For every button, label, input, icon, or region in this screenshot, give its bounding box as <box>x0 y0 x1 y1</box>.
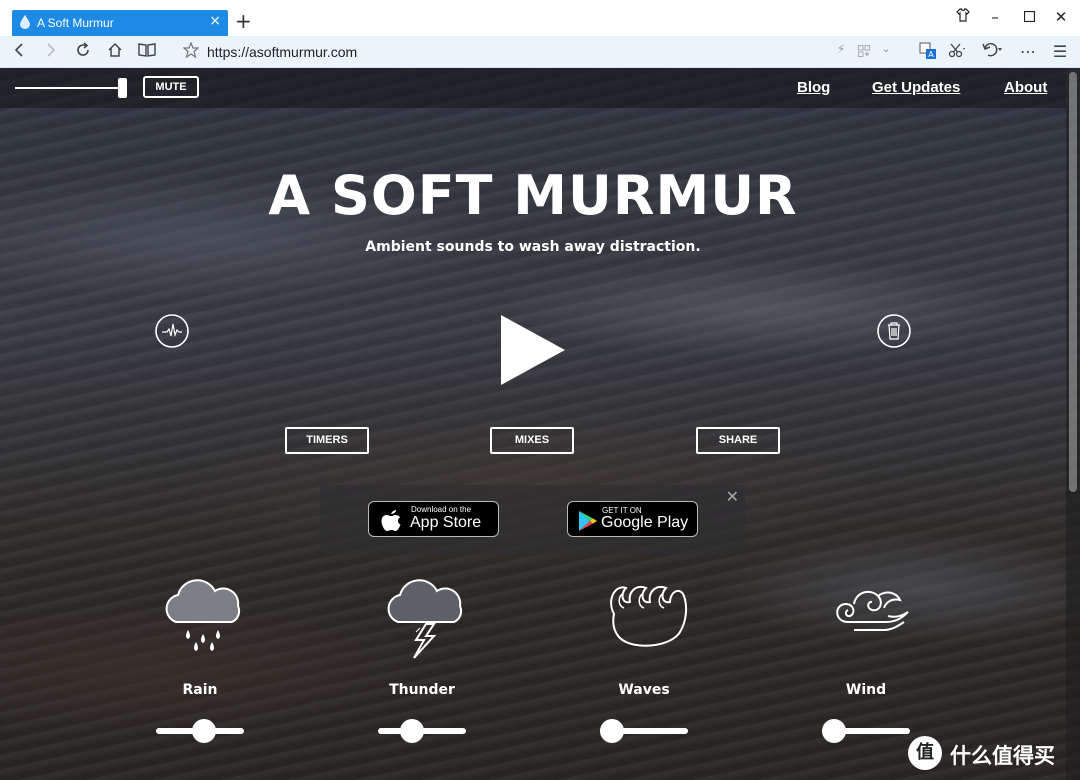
minimize-icon[interactable]: – <box>984 8 1006 26</box>
nav-link-blog[interactable]: Blog <box>797 79 830 96</box>
sound-label-rain: Rain <box>182 682 218 698</box>
shirt-icon[interactable] <box>952 8 974 26</box>
close-window-icon[interactable]: ✕ <box>1050 8 1072 26</box>
mute-button[interactable]: MUTE <box>143 76 199 98</box>
back-icon[interactable] <box>8 42 30 62</box>
nav-link-about[interactable]: About <box>1004 79 1047 96</box>
play-button[interactable] <box>497 313 569 387</box>
watermark-text: 什么值得买 <box>950 744 1055 768</box>
sound-label-waves: Waves <box>618 682 670 698</box>
play-icon <box>501 315 565 385</box>
scissors-icon[interactable] <box>946 42 968 62</box>
lightning-icon[interactable]: ⚡ <box>830 42 852 62</box>
top-nav-bar: MUTE Blog Get Updates About <box>0 68 1066 108</box>
trash-icon <box>877 314 911 348</box>
translate-icon[interactable]: A <box>917 42 939 62</box>
volume-slider-waves[interactable] <box>600 719 690 743</box>
wind-icon[interactable] <box>824 574 914 674</box>
volume-slider-wind[interactable] <box>822 719 912 743</box>
volume-slider-thunder[interactable] <box>378 719 468 743</box>
google-play-badge[interactable]: GET IT ON Google Play <box>567 501 698 537</box>
svg-text:A: A <box>928 50 934 59</box>
timers-button[interactable]: TIMERS <box>285 427 369 454</box>
chevron-down-icon[interactable]: ⌄ <box>875 42 897 62</box>
browser-tab[interactable]: A Soft Murmur × <box>12 10 228 36</box>
page-scrollbar[interactable] <box>1066 68 1080 780</box>
watermark: 值 什么值得买 <box>908 736 1078 776</box>
address-bar[interactable]: https://asoftmurmur.com <box>207 44 357 60</box>
thunder-cloud-icon[interactable] <box>380 574 470 674</box>
watermark-logo: 值 <box>908 736 942 770</box>
waves-icon[interactable] <box>602 574 692 674</box>
apple-icon <box>381 510 401 531</box>
volume-slider-rain[interactable] <box>156 719 246 743</box>
waveform-icon <box>155 314 189 348</box>
page-viewport: MUTE Blog Get Updates About A SOFT MURMU… <box>0 68 1080 780</box>
mixes-button[interactable]: MIXES <box>490 427 574 454</box>
rain-cloud-icon[interactable] <box>158 574 248 674</box>
master-volume-track <box>15 87 127 89</box>
browser-titlebar: A Soft Murmur × + – ✕ <box>0 0 1080 36</box>
favorite-star-icon[interactable] <box>180 41 202 62</box>
share-button[interactable]: SHARE <box>696 427 780 454</box>
master-volume-thumb[interactable] <box>118 78 127 98</box>
volume-knob[interactable] <box>192 719 217 743</box>
undo-icon[interactable] <box>982 42 1004 62</box>
page-title: A SOFT MURMUR <box>268 164 798 227</box>
volume-knob[interactable] <box>822 719 846 743</box>
scrollbar-thumb[interactable] <box>1069 72 1077 492</box>
banner-close-icon[interactable]: ✕ <box>726 487 739 506</box>
reading-view-icon[interactable] <box>136 42 158 62</box>
app-store-small-text: Download on the <box>411 505 472 514</box>
new-tab-button[interactable]: + <box>235 10 252 32</box>
app-store-big-text: App Store <box>410 514 482 531</box>
reload-icon[interactable] <box>72 42 94 62</box>
master-volume-slider[interactable] <box>15 78 129 98</box>
maximize-icon[interactable] <box>1018 8 1040 26</box>
sound-label-wind: Wind <box>845 682 887 698</box>
home-icon[interactable] <box>104 42 126 62</box>
volume-knob[interactable] <box>600 719 624 743</box>
app-store-badge[interactable]: Download on the App Store <box>368 501 499 537</box>
tab-close-icon[interactable]: × <box>209 13 221 29</box>
app-download-banner: ✕ Download on the App Store GET IT ON Go… <box>320 485 745 555</box>
nav-link-get-updates[interactable]: Get Updates <box>872 79 960 96</box>
google-play-big-text: Google Play <box>601 514 689 531</box>
google-play-icon <box>579 511 597 531</box>
clear-sounds-button[interactable] <box>877 314 911 348</box>
browser-toolbar: https://asoftmurmur.com ⚡ ⌄ A ⋯ ☰ <box>0 36 1080 68</box>
tab-title: A Soft Murmur <box>37 16 114 30</box>
sound-label-thunder: Thunder <box>389 682 455 698</box>
page-subtitle: Ambient sounds to wash away distraction. <box>365 239 701 255</box>
waveform-button[interactable] <box>155 314 189 348</box>
qr-code-icon[interactable] <box>853 42 875 62</box>
droplet-icon <box>20 15 30 29</box>
more-options-icon[interactable]: ⋯ <box>1017 42 1039 62</box>
menu-icon[interactable]: ☰ <box>1049 42 1071 62</box>
volume-knob[interactable] <box>400 719 425 743</box>
forward-icon[interactable] <box>40 42 62 62</box>
